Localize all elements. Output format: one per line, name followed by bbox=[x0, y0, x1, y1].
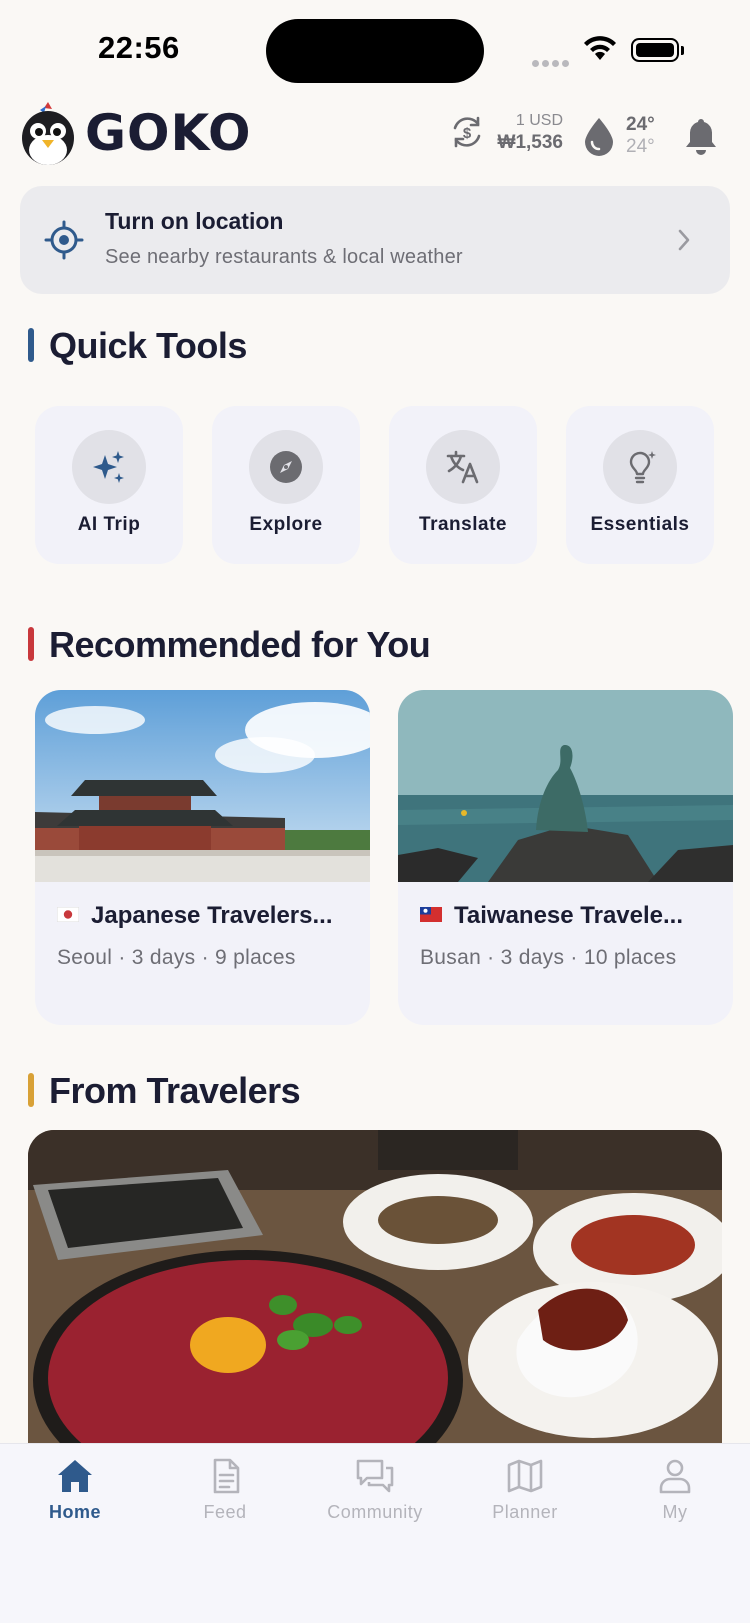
home-icon bbox=[58, 1460, 92, 1492]
location-target-icon bbox=[44, 220, 84, 260]
document-icon bbox=[213, 1458, 240, 1494]
tool-label: Essentials bbox=[590, 514, 690, 535]
recommended-card-title: Taiwanese Travele... bbox=[420, 902, 720, 930]
brand-name: GOKO bbox=[85, 104, 252, 162]
status-time: 22:56 bbox=[98, 30, 180, 65]
quick-tools-title: Quick Tools bbox=[28, 325, 247, 367]
tab-feed[interactable]: Feed bbox=[150, 1458, 300, 1523]
wifi-icon bbox=[584, 36, 616, 60]
location-banner[interactable]: Turn on location See nearby restaurants … bbox=[20, 186, 730, 294]
tab-label: Feed bbox=[203, 1502, 247, 1522]
tab-community[interactable]: Community bbox=[300, 1458, 450, 1523]
traveler-food-photo[interactable] bbox=[28, 1130, 722, 1445]
section-accent-bar bbox=[28, 627, 34, 662]
tool-translate[interactable]: Translate bbox=[389, 406, 537, 564]
location-banner-title: Turn on location bbox=[105, 208, 284, 234]
tab-my[interactable]: My bbox=[600, 1458, 750, 1523]
temperature-high: 24° bbox=[626, 114, 655, 135]
section-accent-bar bbox=[28, 1073, 34, 1108]
tool-label: Translate bbox=[419, 514, 507, 535]
signal-icon bbox=[532, 54, 572, 72]
exchange-rate: ₩1,536 bbox=[497, 132, 563, 153]
battery-icon bbox=[631, 38, 684, 62]
lightbulb-icon bbox=[629, 451, 656, 484]
exchange-unit: 1 USD bbox=[515, 112, 563, 129]
tool-essentials[interactable]: Essentials bbox=[566, 406, 714, 564]
status-bar: 22:56 bbox=[0, 0, 750, 100]
tab-planner[interactable]: Planner bbox=[450, 1458, 600, 1523]
compass-icon bbox=[270, 451, 302, 483]
chat-icon bbox=[356, 1459, 394, 1493]
mermaid-statue-photo bbox=[398, 690, 733, 882]
tab-label: Community bbox=[327, 1502, 423, 1522]
tab-home[interactable]: Home bbox=[0, 1458, 150, 1523]
taiwan-flag bbox=[420, 907, 442, 923]
person-icon bbox=[659, 1459, 691, 1494]
palace-photo bbox=[35, 690, 370, 882]
japan-flag bbox=[57, 907, 79, 923]
korean-food-photo bbox=[28, 1130, 722, 1445]
temperature-low: 24° bbox=[626, 136, 655, 157]
bottom-tab-bar: Home Feed Community Planner My bbox=[0, 1443, 750, 1623]
translate-icon bbox=[446, 450, 479, 484]
app-header: GOKO $ 1 USD ₩1,536 24° 24° bbox=[0, 96, 750, 176]
recommended-card[interactable]: Japanese Travelers... Seoul · 3 days · 9… bbox=[35, 690, 370, 1025]
tool-ai-trip[interactable]: AI Trip bbox=[35, 406, 183, 564]
recommended-card-title: Japanese Travelers... bbox=[57, 902, 357, 930]
tab-label: Home bbox=[48, 1502, 101, 1522]
tool-explore[interactable]: Explore bbox=[212, 406, 360, 564]
recommended-title: Recommended for You bbox=[28, 624, 431, 666]
magpie-mascot-logo bbox=[22, 102, 74, 165]
tab-label: Planner bbox=[492, 1502, 558, 1522]
bell-icon[interactable] bbox=[684, 116, 718, 156]
chevron-right-icon bbox=[678, 229, 690, 251]
tool-label: AI Trip bbox=[77, 514, 141, 535]
recommended-card-meta: Busan · 3 days · 10 places bbox=[420, 946, 677, 969]
raindrop-icon[interactable] bbox=[582, 116, 616, 156]
from-travelers-title: From Travelers bbox=[28, 1070, 301, 1112]
section-accent-bar bbox=[28, 328, 34, 363]
dynamic-island bbox=[266, 19, 484, 83]
map-icon bbox=[507, 1459, 543, 1493]
tab-label: My bbox=[662, 1502, 688, 1522]
recommended-card-meta: Seoul · 3 days · 9 places bbox=[57, 946, 296, 969]
location-banner-subtitle: See nearby restaurants & local weather bbox=[105, 246, 463, 268]
tool-label: Explore bbox=[249, 514, 323, 535]
svg-text:$: $ bbox=[463, 125, 472, 142]
recommended-card[interactable]: Taiwanese Travele... Busan · 3 days · 10… bbox=[398, 690, 733, 1025]
sparkles-icon bbox=[93, 451, 124, 483]
